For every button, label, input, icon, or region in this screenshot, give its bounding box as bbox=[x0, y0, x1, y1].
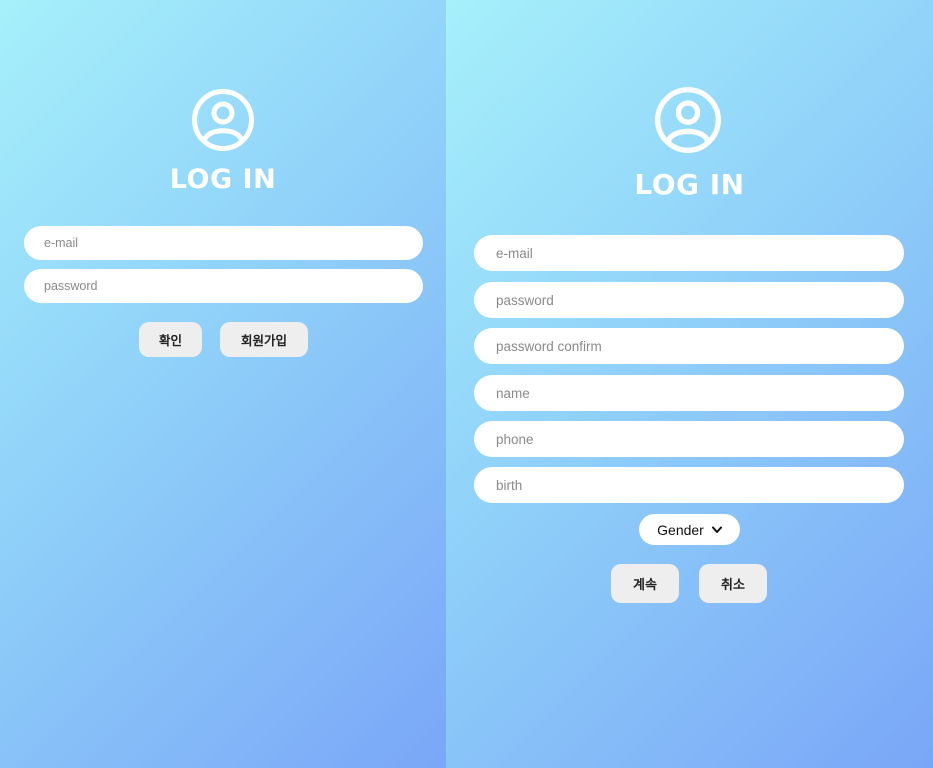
phone-field[interactable] bbox=[474, 421, 904, 457]
password-confirm-field[interactable] bbox=[474, 328, 904, 364]
user-circle-icon bbox=[655, 87, 721, 153]
email-field[interactable] bbox=[474, 235, 904, 271]
birth-field[interactable] bbox=[474, 467, 904, 503]
signup-panel: LOG IN Gender 계속 취소 bbox=[446, 0, 933, 768]
user-circle-icon bbox=[192, 89, 254, 151]
signup-button[interactable]: 회원가입 bbox=[220, 322, 308, 357]
password-field[interactable] bbox=[24, 269, 423, 303]
login-title: LOG IN bbox=[169, 164, 277, 195]
login-panel: LOG IN 확인 회원가입 bbox=[0, 0, 446, 768]
chevron-down-icon bbox=[711, 526, 722, 533]
gender-select-value: Gender bbox=[657, 521, 704, 538]
cancel-button[interactable]: 취소 bbox=[699, 564, 767, 603]
gender-select[interactable]: Gender bbox=[639, 514, 740, 545]
name-field[interactable] bbox=[474, 375, 904, 411]
password-field[interactable] bbox=[474, 282, 904, 318]
signup-title: LOG IN bbox=[634, 168, 745, 201]
email-field[interactable] bbox=[24, 226, 423, 260]
confirm-button[interactable]: 확인 bbox=[139, 322, 202, 357]
continue-button[interactable]: 계속 bbox=[611, 564, 679, 603]
